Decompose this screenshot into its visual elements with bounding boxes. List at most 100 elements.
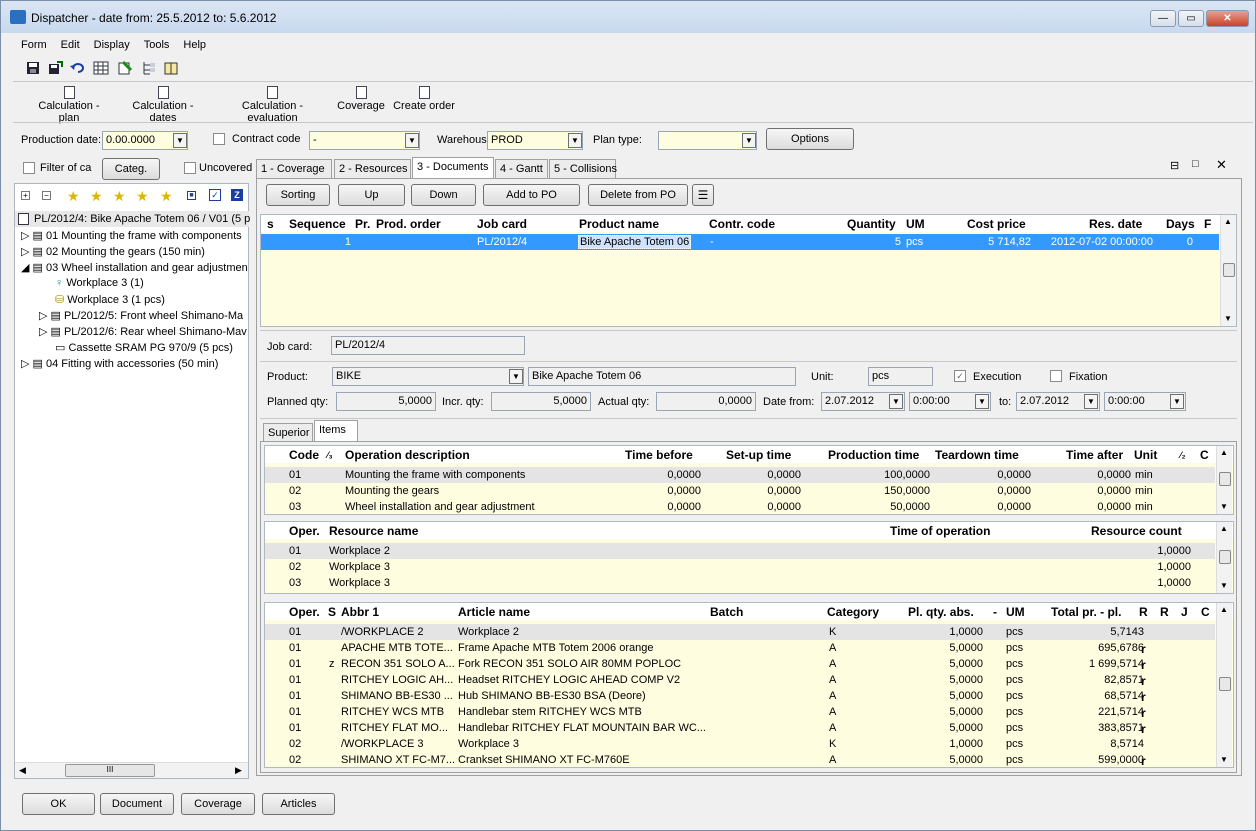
document-button[interactable]: Document xyxy=(100,793,174,815)
minimize-button[interactable]: — xyxy=(1150,10,1176,27)
menu-form[interactable]: Form xyxy=(13,37,53,51)
list-settings-icon[interactable]: ☰ xyxy=(692,184,714,206)
chevron-down-icon[interactable]: ▼ xyxy=(173,133,187,148)
arrow-up-icon[interactable]: ▲ xyxy=(1224,217,1232,226)
documents-vscrollbar[interactable]: ▲ ▼ xyxy=(1220,215,1236,326)
table-row[interactable]: 02 Workplace 3 1,0000 xyxy=(265,559,1215,575)
expand-all-icon[interactable]: + xyxy=(21,191,30,200)
col-sequence[interactable]: Sequence xyxy=(289,217,346,231)
z-icon[interactable]: Z xyxy=(231,189,243,201)
subtab-superior[interactable]: Superior xyxy=(263,423,313,442)
tree-icon[interactable] xyxy=(141,60,157,76)
categ-button[interactable]: Categ. xyxy=(102,158,160,180)
col-article-name[interactable]: Article name xyxy=(458,605,530,619)
col-job-card[interactable]: Job card xyxy=(477,217,527,231)
dot-icon[interactable]: ■ xyxy=(187,191,196,200)
calc-evaluation-button[interactable]: Calculation - evaluation xyxy=(216,86,329,124)
chevron-down-icon[interactable]: ▼ xyxy=(509,369,523,384)
col-resource-count[interactable]: Resource count xyxy=(1091,524,1182,538)
delete-from-po-button[interactable]: Delete from PO xyxy=(588,184,688,206)
arrow-down-icon[interactable]: ▼ xyxy=(1220,502,1228,511)
col-sort-3[interactable]: ⁄₃ xyxy=(327,450,333,460)
col-abbr1[interactable]: Abbr 1 xyxy=(341,605,379,619)
tree-item-cassette[interactable]: ▭ Cassette SRAM PG 970/9 (5 pcs) xyxy=(55,341,233,354)
arrow-up-icon[interactable]: ▲ xyxy=(1220,605,1228,614)
scroll-thumb[interactable] xyxy=(1219,472,1231,486)
collapse-all-icon[interactable]: − xyxy=(42,191,51,200)
col-um[interactable]: UM xyxy=(906,217,925,231)
table-row[interactable]: 01/WORKPLACE 2 Workplace 2 K 1,0000 pcs 5,714… xyxy=(265,624,1215,640)
export-icon[interactable] xyxy=(117,60,133,76)
chevron-down-icon[interactable]: ▼ xyxy=(889,394,903,409)
col-r2[interactable]: R xyxy=(1160,605,1169,619)
coverage-action-button[interactable]: Coverage xyxy=(337,86,385,116)
tree-item-01[interactable]: ▷ ▤ 01 Mounting the frame with component… xyxy=(21,229,242,242)
chevron-down-icon[interactable]: ▼ xyxy=(975,394,989,409)
col-unit[interactable]: Unit xyxy=(1134,448,1157,462)
articles-vscrollbar[interactable]: ▲ ▼ xyxy=(1216,603,1232,767)
articles-button[interactable]: Articles xyxy=(262,793,335,815)
calc-dates-button[interactable]: Calculation - dates xyxy=(118,86,208,124)
sorting-button[interactable]: Sorting xyxy=(266,184,330,206)
col-total-price[interactable]: Total pr. - pl. xyxy=(1051,605,1121,619)
save-as-icon[interactable] xyxy=(47,60,63,76)
tree-item-pl6[interactable]: ▷ ▤ PL/2012/6: Rear wheel Shimano-Mav xyxy=(39,325,247,338)
chevron-down-icon[interactable]: ▼ xyxy=(568,133,582,148)
col-category[interactable]: Category xyxy=(827,605,879,619)
arrow-right-icon[interactable]: ▶ xyxy=(235,765,242,776)
chevron-down-icon[interactable]: ▼ xyxy=(742,133,756,148)
contract-code-checkbox[interactable] xyxy=(213,133,225,145)
table-row[interactable]: 03 Wheel installation and gear adjustment… xyxy=(265,499,1215,514)
dock-icon[interactable]: ⊟ xyxy=(1170,159,1179,172)
resources-vscrollbar[interactable]: ▲ ▼ xyxy=(1216,522,1232,593)
table-row[interactable]: 01 RITCHEY WCS MTB Handlebar stem RITCHEY … xyxy=(265,704,1215,720)
tab-coverage[interactable]: 1 - Coverage xyxy=(256,159,332,178)
col-r1[interactable]: R xyxy=(1139,605,1148,619)
chevron-down-icon[interactable]: ▼ xyxy=(405,133,419,148)
options-button[interactable]: Options xyxy=(766,128,854,150)
col-oper[interactable]: Oper. xyxy=(289,605,320,619)
check-icon[interactable]: ✓ xyxy=(209,189,221,201)
tree-hscrollbar[interactable]: ◀ III ▶ xyxy=(15,762,248,778)
menu-display[interactable]: Display xyxy=(86,37,136,51)
col-setup-time[interactable]: Set-up time xyxy=(726,448,791,462)
arrow-down-icon[interactable]: ▼ xyxy=(1224,314,1232,323)
undo-icon[interactable] xyxy=(69,60,85,76)
create-order-button[interactable]: Create order xyxy=(393,86,455,116)
chevron-down-icon[interactable]: ▼ xyxy=(1170,394,1184,409)
tree-hscroll-thumb[interactable]: III xyxy=(65,764,155,777)
col-production-time[interactable]: Production time xyxy=(828,448,919,462)
maximize-icon[interactable]: □ xyxy=(1192,158,1199,170)
col-sort-2[interactable]: ⁄₂ xyxy=(1180,450,1186,460)
arrow-down-icon[interactable]: ▼ xyxy=(1220,581,1228,590)
table-row[interactable]: 01 SHIMANO BB-ES30 ... Hub SHIMANO BB-ES30… xyxy=(265,688,1215,704)
tree-item-02[interactable]: ▷ ▤ 02 Mounting the gears (150 min) xyxy=(21,245,205,258)
col-time-of-operation[interactable]: Time of operation xyxy=(890,524,990,538)
menu-help[interactable]: Help xyxy=(175,37,212,51)
tree-item-workplace3-pcs[interactable]: ⛁ Workplace 3 (1 pcs) xyxy=(55,293,165,306)
col-time-after[interactable]: Time after xyxy=(1066,448,1123,462)
scroll-thumb[interactable] xyxy=(1219,677,1231,691)
scroll-thumb[interactable] xyxy=(1223,263,1235,277)
tree-item-04[interactable]: ▷ ▤ 04 Fitting with accessories (50 min) xyxy=(21,357,218,370)
calc-plan-button[interactable]: Calculation - plan xyxy=(27,86,111,124)
arrow-up-icon[interactable]: ▲ xyxy=(1220,524,1228,533)
ok-button[interactable]: OK xyxy=(22,793,95,815)
col-code[interactable]: Code xyxy=(289,448,319,462)
col-dash[interactable]: - xyxy=(993,605,997,619)
table-row[interactable]: 01 APACHE MTB TOTE... Frame Apache MTB Tot… xyxy=(265,640,1215,656)
close-icon[interactable]: ✕ xyxy=(1216,157,1227,173)
col-res-date[interactable]: Res. date xyxy=(1089,217,1142,231)
star-icon[interactable]: ★ xyxy=(160,188,173,205)
contract-code-field[interactable]: - xyxy=(309,131,420,150)
tab-collisions[interactable]: 5 - Collisions xyxy=(549,159,617,178)
star-icon[interactable]: ★ xyxy=(67,188,80,205)
restore-button[interactable]: ▭ xyxy=(1178,10,1204,27)
table-row[interactable]: 02 SHIMANO XT FC-M7... Crankset SHIMANO XT… xyxy=(265,752,1215,767)
chevron-down-icon[interactable]: ▼ xyxy=(1084,394,1098,409)
col-batch[interactable]: Batch xyxy=(710,605,743,619)
col-pr[interactable]: Pr. xyxy=(355,217,370,231)
save-icon[interactable] xyxy=(25,60,41,76)
star-icon[interactable]: ★ xyxy=(90,188,103,205)
menu-edit[interactable]: Edit xyxy=(53,37,86,51)
